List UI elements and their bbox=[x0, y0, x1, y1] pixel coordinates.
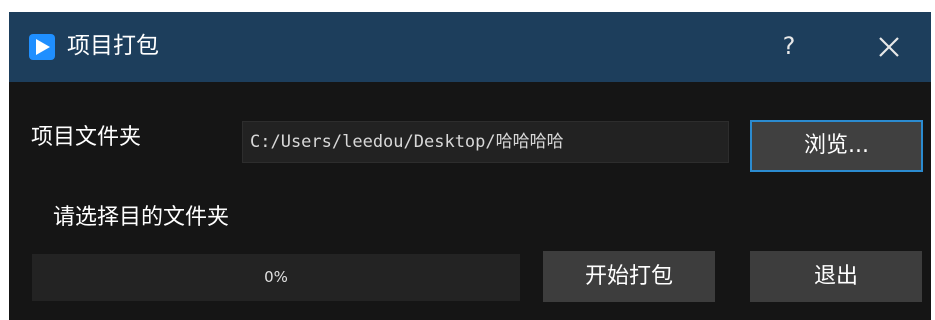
start-pack-button[interactable]: 开始打包 bbox=[543, 251, 715, 302]
exit-button[interactable]: 退出 bbox=[750, 251, 922, 302]
project-folder-label: 项目文件夹 bbox=[31, 125, 142, 150]
progress-text: 0% bbox=[264, 268, 288, 286]
status-message: 请选择目的文件夹 bbox=[53, 205, 230, 230]
pack-project-dialog: 项目打包 ? 项目文件夹 C:/Users/leedou/Desktop/哈哈哈… bbox=[9, 12, 931, 320]
close-icon bbox=[879, 37, 899, 57]
browse-button[interactable]: 浏览... bbox=[750, 120, 923, 172]
close-button[interactable] bbox=[871, 29, 907, 65]
project-folder-path-field[interactable]: C:/Users/leedou/Desktop/哈哈哈哈 bbox=[242, 121, 729, 163]
help-button[interactable]: ? bbox=[774, 29, 804, 63]
title-bar[interactable]: 项目打包 ? bbox=[9, 12, 931, 82]
window-title: 项目打包 bbox=[67, 33, 159, 59]
play-icon bbox=[29, 34, 55, 60]
progress-bar: 0% bbox=[32, 254, 520, 301]
